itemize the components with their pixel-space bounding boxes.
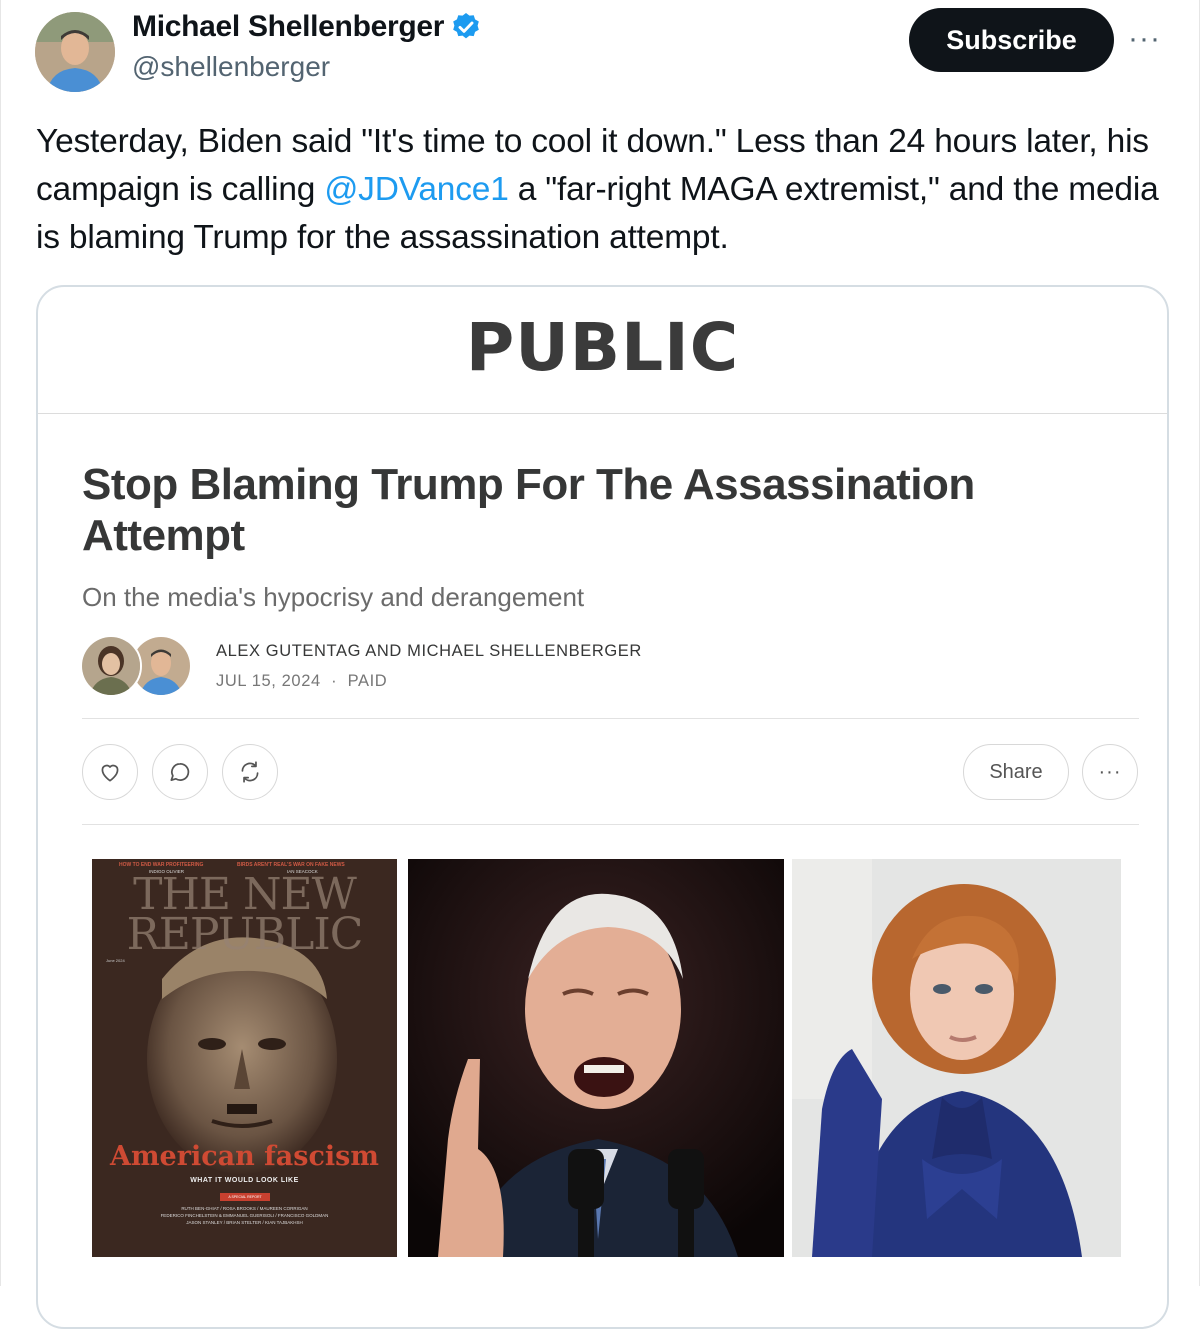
author-avatar[interactable]: [35, 12, 115, 92]
comment-button[interactable]: [152, 744, 208, 800]
cover-contributors-2: FEDERICO FINCHELSTEIN & EMMANUEL GUERISO…: [160, 1213, 329, 1218]
cover-teaser-right: BIRDS AREN'T REAL'S WAR ON FAKE NEWS: [237, 862, 345, 868]
more-options-icon[interactable]: ···: [1128, 22, 1161, 56]
tweet-text: Yesterday, Biden said "It's time to cool…: [36, 118, 1176, 262]
left-border: [0, 0, 1, 1286]
meta-separator: ·: [331, 672, 338, 690]
verified-badge-icon: [453, 13, 479, 39]
article-title: Stop Blaming Trump For The Assassination…: [82, 460, 975, 560]
card-more-button[interactable]: ···: [1082, 744, 1138, 800]
magazine-cover-image: HOW TO END WAR PROFITEERING INDIGO OLIVI…: [92, 859, 397, 1257]
article-meta: JUL 15, 2024 · PAID: [216, 672, 387, 691]
like-button[interactable]: [82, 744, 138, 800]
article-subtitle: On the media's hypocrisy and derangement: [82, 582, 585, 612]
author-handle[interactable]: @shellenberger: [132, 51, 330, 83]
subscribe-button[interactable]: Subscribe: [909, 8, 1114, 72]
right-border: [1199, 0, 1200, 1286]
woman-photo: [792, 859, 1121, 1257]
article-date: JUL 15, 2024: [216, 672, 321, 690]
share-button[interactable]: Share: [963, 744, 1069, 800]
cover-teaser-left: HOW TO END WAR PROFITEERING: [119, 862, 204, 868]
comment-icon: [170, 763, 190, 781]
cover-contributors-1: RUTH BEN-GHIAT / ROSA BROOKS / MAUREEN C…: [181, 1206, 308, 1211]
article-access: PAID: [347, 672, 388, 690]
author-name[interactable]: Michael Shellenberger: [132, 10, 444, 44]
cover-headline: American fascism: [110, 1141, 379, 1172]
cover-masthead-line2: REPUBLIC: [126, 909, 364, 960]
cover-report-badge: A SPECIAL REPORT: [220, 1193, 270, 1201]
cover-masthead: THE NEW REPUBLIC: [92, 873, 397, 960]
restack-button[interactable]: [222, 744, 278, 800]
mention-link[interactable]: @JDVance1: [324, 171, 508, 208]
cover-tagline: WHAT IT WOULD LOOK LIKE: [190, 1177, 299, 1184]
card-divider: [38, 413, 1167, 414]
cover-issue-date: June 2024: [106, 958, 125, 963]
meta-divider: [82, 718, 1139, 719]
article-card[interactable]: PUBLIC Stop Blaming Trump For The Assass…: [36, 285, 1169, 1329]
article-authors: ALEX GUTENTAG AND MICHAEL SHELLENBERGER: [216, 642, 642, 660]
heart-icon: [101, 764, 119, 782]
cover-contributors: RUTH BEN-GHIAT / ROSA BROOKS / MAUREEN C…: [92, 1205, 397, 1226]
publication-logo: PUBLIC: [465, 309, 740, 386]
speaker-photo: [408, 859, 784, 1257]
actions-divider: [82, 824, 1139, 825]
restack-icon: [241, 761, 259, 783]
cover-contributors-3: JASON STANLEY / BRIAN STELTER / KIAN TAJ…: [186, 1220, 303, 1225]
author-avatar-alex: [80, 635, 142, 697]
